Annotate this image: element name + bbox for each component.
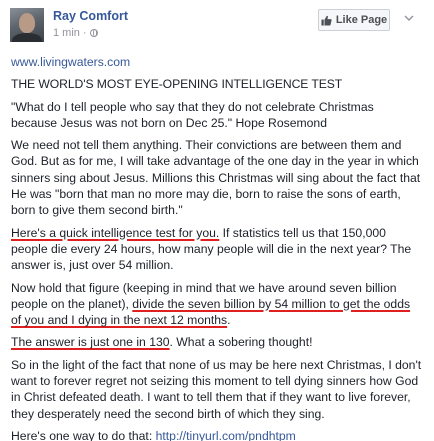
like-page-label: Like Page — [335, 14, 388, 26]
tinyurl-link[interactable]: http://tinyurl.com/pndhtpm — [156, 429, 296, 441]
answer-rest: . What a sobering thought! — [169, 335, 313, 350]
avatar-face — [19, 13, 35, 33]
avatar-shoulders — [12, 33, 42, 42]
like-page-button[interactable]: Like Page — [318, 9, 390, 31]
page-name-link[interactable]: Ray Comfort — [53, 9, 128, 23]
timestamp-link[interactable]: 1 min — [53, 27, 80, 39]
highlight-answer: The answer is just one in 130 — [11, 335, 170, 350]
meta-separator: · — [82, 27, 87, 39]
paragraph-conviction: We need not tell them anything. Their co… — [11, 138, 421, 218]
post-title: THE WORLD'S MOST EYE-OPENING INTELLIGENC… — [11, 77, 343, 92]
globe-icon — [89, 29, 98, 37]
chevron-down-icon[interactable] — [402, 11, 416, 25]
paragraph-second-birth: So in the light of the fact that none of… — [11, 357, 422, 421]
paragraph-call-to-action: Here's one way to do that: http://tinyur… — [11, 428, 423, 441]
paragraph-odds: Now hold that figure (keeping in mind th… — [11, 280, 423, 329]
paragraph-question: "What do I tell people who say that they… — [11, 99, 374, 130]
paragraph-intelligence-test: Here's a quick intelligence test for you… — [11, 225, 423, 274]
post-link-url[interactable]: www.livingwaters.com — [11, 55, 130, 69]
paragraph-answer: The answer is just one in 130. What a so… — [11, 334, 423, 350]
post-header: Ray Comfort 1 min · Like Page — [0, 0, 434, 48]
post-meta: 1 min · — [53, 27, 98, 39]
cta-text: Here's one way to do that: — [11, 428, 156, 441]
odds-end: . — [227, 313, 231, 328]
post-body: www.livingwaters.com THE WORLD'S MOST EY… — [11, 54, 423, 441]
highlight-test-intro: Here's a quick intelligence test for you… — [11, 225, 220, 240]
thumbs-up-icon — [321, 15, 332, 26]
avatar[interactable] — [10, 8, 44, 42]
